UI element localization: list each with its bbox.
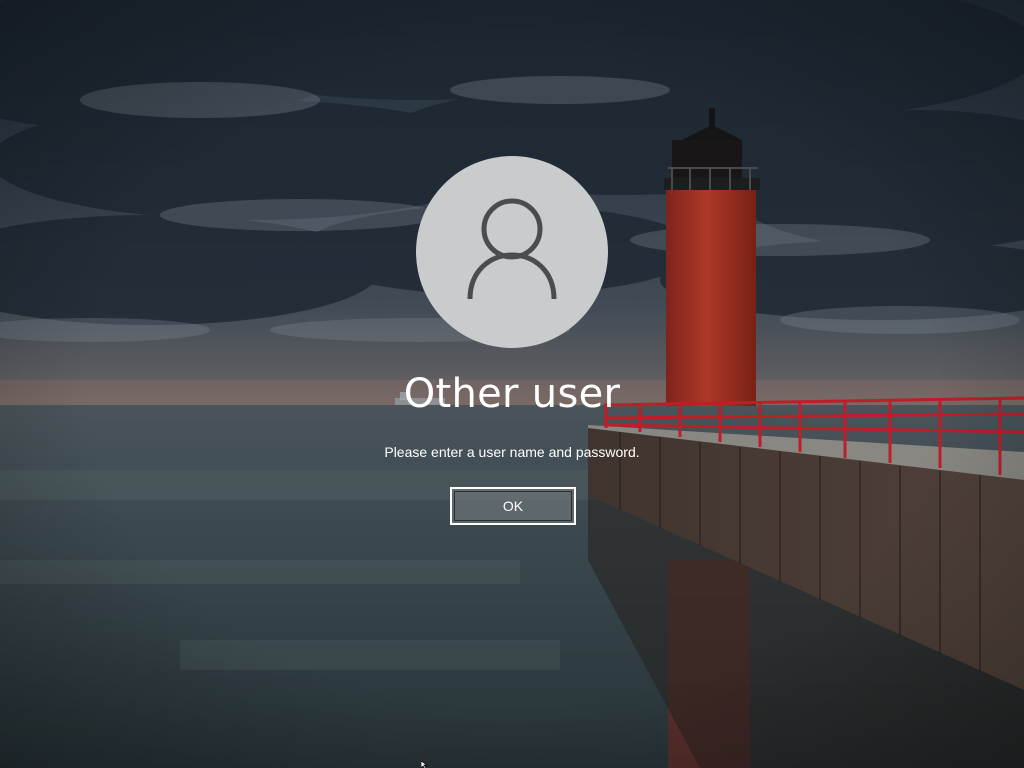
sign-in-message: Please enter a user name and password.	[384, 444, 640, 460]
ok-button[interactable]: OK	[450, 487, 576, 525]
username-title: Other user	[403, 371, 621, 417]
user-silhouette-icon	[467, 198, 557, 300]
user-avatar	[416, 156, 608, 348]
ok-button-label: OK	[502, 498, 524, 514]
lock-screen: Other user Please enter a user name and …	[0, 0, 1024, 768]
mouse-pointer-icon	[421, 761, 429, 768]
